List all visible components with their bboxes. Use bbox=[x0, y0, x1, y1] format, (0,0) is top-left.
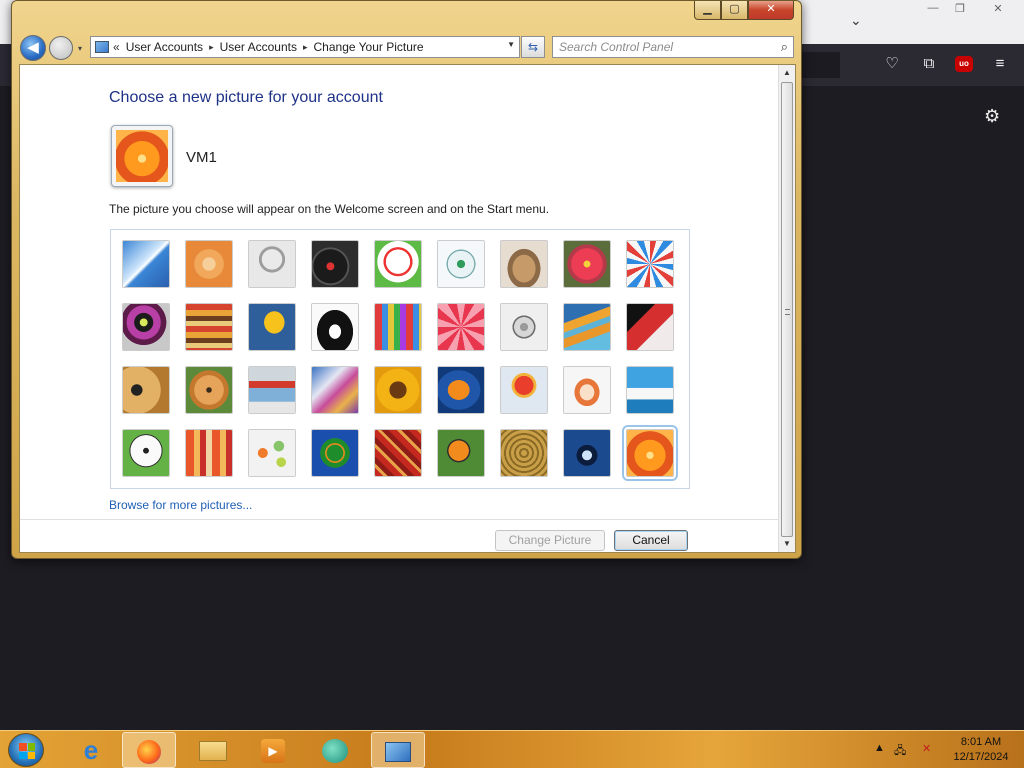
minimize-icon[interactable]: ▁ bbox=[694, 1, 721, 20]
clock-date: 12/17/2024 bbox=[953, 751, 1009, 763]
control-panel-icon bbox=[95, 41, 109, 53]
show-hidden-icons-icon[interactable]: ▲ bbox=[874, 742, 885, 754]
divider bbox=[20, 519, 780, 520]
media-player-icon[interactable]: ▶ bbox=[246, 732, 300, 768]
volume-muted-icon[interactable]: ✕ bbox=[922, 742, 931, 755]
picture-woven-fabric[interactable] bbox=[374, 429, 422, 477]
picture-ball[interactable] bbox=[122, 303, 170, 351]
breadcrumb-item[interactable]: Change Your Picture bbox=[314, 40, 424, 54]
notification-area: ▲ 🖧 ✕ 8:01 AM 12/17/2024 bbox=[864, 731, 1024, 768]
picture-border-collie[interactable] bbox=[311, 303, 359, 351]
picture-stairs[interactable] bbox=[563, 303, 611, 351]
browse-more-pictures-link[interactable]: Browse for more pictures... bbox=[109, 498, 252, 512]
cancel-button[interactable]: Cancel bbox=[614, 530, 688, 551]
ublock-icon[interactable]: uo bbox=[955, 56, 973, 72]
breadcrumb-item[interactable]: User Accounts bbox=[220, 40, 297, 54]
search-icon[interactable]: ⌕ bbox=[781, 39, 788, 55]
refresh-icon[interactable]: ⇆ bbox=[521, 36, 545, 58]
breadcrumb-separator-icon[interactable]: ▸ bbox=[303, 42, 308, 53]
internet-explorer-icon[interactable]: e bbox=[64, 732, 118, 768]
extensions-icon[interactable]: ⧉ bbox=[919, 54, 939, 74]
breadcrumb-overflow[interactable]: « bbox=[113, 40, 120, 54]
control-panel-window: ▁ ▢ ✕ ◀ ▾ « User Accounts ▸ User Account… bbox=[11, 0, 802, 559]
picture-pomeranian[interactable] bbox=[185, 366, 233, 414]
picture-lantern[interactable] bbox=[563, 429, 611, 477]
picture-lucky-cat[interactable] bbox=[374, 240, 422, 288]
picture-cloth[interactable] bbox=[311, 366, 359, 414]
picture-egg-doll[interactable] bbox=[563, 366, 611, 414]
picture-ferris-wheel[interactable] bbox=[626, 240, 674, 288]
pocket-icon[interactable]: ♡ bbox=[882, 54, 902, 74]
vertical-scrollbar[interactable]: ▲ ▼ bbox=[778, 65, 795, 552]
start-button[interactable] bbox=[8, 733, 44, 767]
page-title: Choose a new picture for your account bbox=[109, 89, 383, 106]
windows-logo-icon bbox=[19, 743, 35, 759]
recent-pages-chevron-icon[interactable]: ▾ bbox=[78, 44, 82, 53]
picture-textile[interactable] bbox=[185, 429, 233, 477]
chat-icon[interactable] bbox=[308, 732, 362, 768]
picture-green-window[interactable] bbox=[311, 429, 359, 477]
search-placeholder: Search Control Panel bbox=[559, 40, 674, 54]
scroll-down-icon[interactable]: ▼ bbox=[779, 536, 795, 552]
picture-sailboat[interactable] bbox=[626, 366, 674, 414]
firefox-close-icon[interactable]: ✕ bbox=[983, 2, 1013, 18]
user-name: VM1 bbox=[186, 149, 217, 166]
picture-soccer-ball[interactable] bbox=[122, 429, 170, 477]
address-dropdown-icon[interactable]: ▼ bbox=[507, 40, 515, 49]
picture-sunflower[interactable] bbox=[374, 366, 422, 414]
clock-time: 8:01 AM bbox=[960, 736, 1002, 748]
change-picture-button[interactable]: Change Picture bbox=[495, 530, 605, 551]
search-input[interactable]: Search Control Panel ⌕ bbox=[552, 36, 794, 58]
picture-pink-flower[interactable] bbox=[563, 240, 611, 288]
taskbar: e ▶ ▲ 🖧 ✕ 8:01 AM 12/17/2024 bbox=[0, 730, 1024, 768]
picture-crayons[interactable] bbox=[374, 303, 422, 351]
maximize-icon[interactable]: ▢ bbox=[721, 1, 748, 20]
picture-hot-air-balloon[interactable] bbox=[500, 366, 548, 414]
picture-gyroscope[interactable] bbox=[437, 240, 485, 288]
url-bar[interactable] bbox=[800, 52, 840, 78]
scroll-thumb[interactable] bbox=[781, 82, 793, 537]
current-picture bbox=[111, 125, 173, 187]
explorer-icon[interactable] bbox=[186, 732, 240, 768]
breadcrumb-separator-icon[interactable]: ▸ bbox=[209, 42, 214, 53]
picture-turntable[interactable] bbox=[311, 240, 359, 288]
picture-grid bbox=[110, 229, 690, 489]
picture-jacks[interactable] bbox=[500, 303, 548, 351]
caption-buttons: ▁ ▢ ✕ bbox=[694, 1, 794, 20]
picture-yellow-leaf[interactable] bbox=[248, 303, 296, 351]
list-tabs-chevron-icon[interactable]: ⌄ bbox=[850, 12, 862, 29]
scroll-up-icon[interactable]: ▲ bbox=[779, 65, 795, 81]
back-arrow-icon[interactable]: ◀ bbox=[20, 35, 46, 61]
network-icon[interactable]: 🖧 bbox=[894, 742, 906, 761]
clock[interactable]: 8:01 AM 12/17/2024 bbox=[946, 735, 1016, 765]
picture-fish[interactable] bbox=[437, 366, 485, 414]
picture-pink-star[interactable] bbox=[437, 303, 485, 351]
firefox-minimize-icon[interactable]: — bbox=[918, 2, 948, 18]
picture-starfish[interactable] bbox=[185, 240, 233, 288]
picture-guitar[interactable] bbox=[122, 366, 170, 414]
settings-icon[interactable]: ⚙ bbox=[984, 106, 1000, 127]
forward-arrow-icon[interactable] bbox=[49, 36, 73, 60]
control-panel-icon[interactable] bbox=[371, 732, 425, 768]
menu-icon[interactable]: ≡ bbox=[990, 54, 1010, 74]
firefox-icon[interactable] bbox=[122, 732, 176, 768]
picture-orange-flower[interactable] bbox=[622, 425, 678, 481]
picture-fabric-stack[interactable] bbox=[185, 303, 233, 351]
picture-paper-crane[interactable] bbox=[626, 303, 674, 351]
picture-tin-robot[interactable] bbox=[248, 366, 296, 414]
picture-kitten[interactable] bbox=[500, 240, 548, 288]
picture-marbles[interactable] bbox=[248, 429, 296, 477]
client-area: Choose a new picture for your account VM… bbox=[19, 64, 796, 553]
breadcrumb-item[interactable]: User Accounts bbox=[126, 40, 203, 54]
close-icon[interactable]: ✕ bbox=[748, 1, 794, 20]
picture-description: The picture you choose will appear on th… bbox=[109, 202, 550, 216]
address-bar[interactable]: « User Accounts ▸ User Accounts ▸ Change… bbox=[90, 36, 520, 58]
picture-robot-figure[interactable] bbox=[248, 240, 296, 288]
picture-golden-spiral[interactable] bbox=[500, 429, 548, 477]
picture-butterfly[interactable] bbox=[437, 429, 485, 477]
firefox-restore-icon[interactable]: ❐ bbox=[945, 2, 975, 18]
picture-roller-coaster[interactable] bbox=[122, 240, 170, 288]
